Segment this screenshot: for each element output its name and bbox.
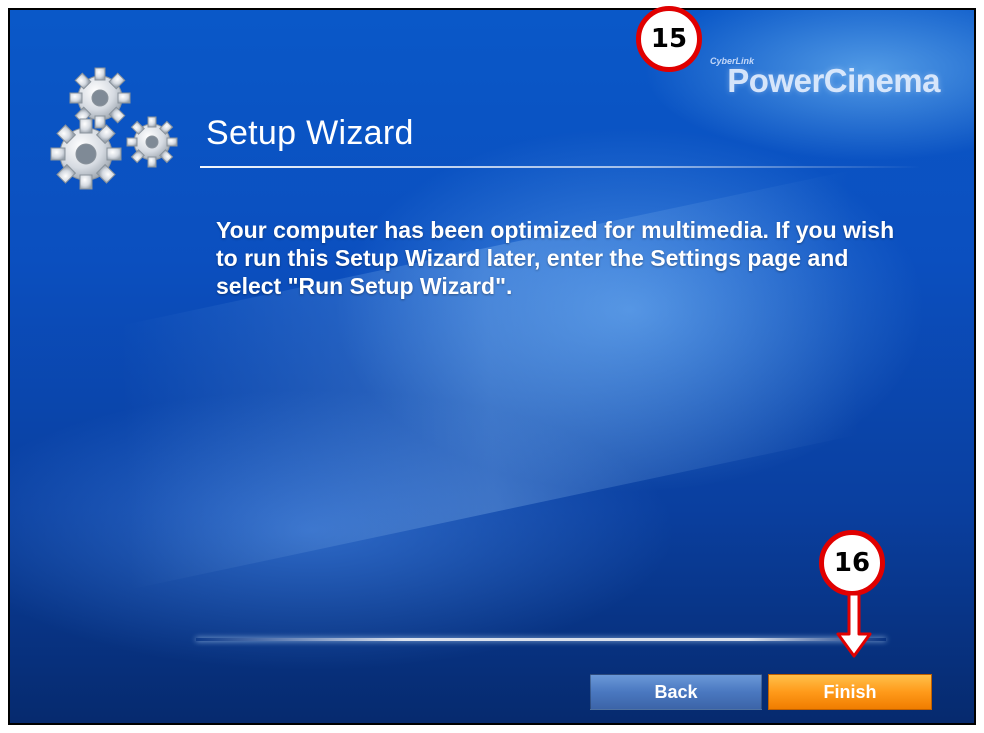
powercinema-logo: PowerCinema <box>727 62 940 99</box>
back-button[interactable]: Back <box>590 674 762 710</box>
wizard-message: Your computer has been optimized for mul… <box>216 217 895 299</box>
setup-wizard-window: CyberLink PowerCinema Setup Wizard Your … <box>8 8 976 725</box>
arrow-down-icon <box>836 594 872 658</box>
footer-divider <box>196 638 886 641</box>
annotation-callout-16: 16 <box>819 530 885 596</box>
annotation-callout-15: 15 <box>636 6 702 72</box>
title-divider <box>200 166 920 168</box>
page-title: Setup Wizard <box>206 114 414 152</box>
finish-button[interactable]: Finish <box>768 674 932 710</box>
settings-gears-icon <box>50 67 178 190</box>
